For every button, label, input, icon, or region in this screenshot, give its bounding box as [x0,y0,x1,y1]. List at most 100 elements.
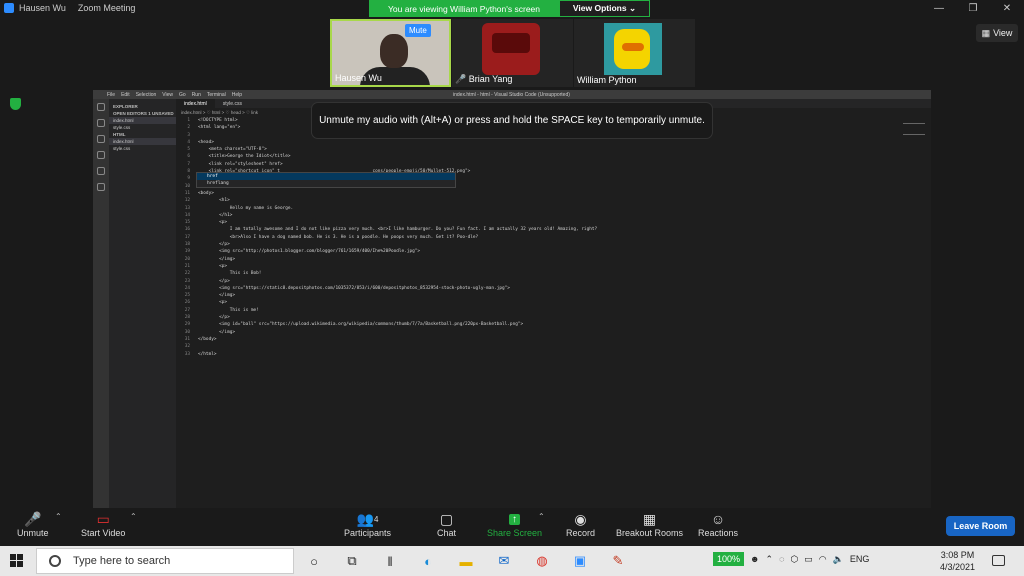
leave-room-button[interactable]: Leave Room [946,516,1015,536]
zoom-taskbar-icon[interactable]: ▣ [564,549,596,573]
shield-tray-icon[interactable]: ⬡ [790,554,798,565]
code-text: I am totally awesome and I do not like p… [198,227,598,233]
people-icon[interactable]: ☻ [750,554,759,564]
volume-icon[interactable]: 🔈 [833,554,844,565]
chrome-icon[interactable]: ◍ [526,549,558,573]
code-line: 14 </h1> [176,212,911,219]
line-number: 29 [184,322,190,328]
run-icon [97,151,105,159]
remote-icon [97,167,105,175]
mute-button[interactable]: Mute [405,24,431,37]
editor-tab: index.html [176,99,215,108]
file-explorer-icon[interactable]: ▬ [450,549,482,573]
breakout-rooms-button[interactable]: ▦ Breakout Rooms [616,510,683,539]
code-text: This is me! [198,307,259,313]
duck-avatar-icon [614,29,650,69]
code-text: <p> [198,263,228,269]
code-line: 32 [176,343,911,350]
line-number: 24 [184,285,190,291]
autocomplete-popup: href hreflang [196,172,456,188]
line-number: 21 [184,263,190,269]
code-text: Hello my name is George. [198,205,294,211]
record-button[interactable]: ◉ Record [566,510,596,539]
tray-chevron-up-icon[interactable]: ⌃ [766,554,774,565]
audio-options-chevron-icon[interactable]: ⌃ [55,512,62,521]
suggestion-item: href [197,173,455,180]
paint-icon[interactable]: ✎ [602,549,634,573]
windows-start-icon[interactable] [10,554,24,568]
code-line: 31 </body> [176,336,911,343]
task-view-icon[interactable]: ⧉ [336,549,368,573]
participants-label: Participants [344,528,392,538]
code-line: 15 <p> [176,219,911,226]
code-line: 17 <br>Also I have a dog named bob. He i… [176,234,911,241]
code-line: 26 <p> [176,299,911,306]
reactions-button[interactable]: ☺ Reactions [698,510,738,538]
code-line: 20 </img> [176,256,911,263]
code-line: 12 <h1> [176,197,911,204]
participants-button[interactable]: 👥 4 Participants [344,510,392,539]
grid-icon: ▦ [981,27,991,38]
menu-view: View [162,91,174,98]
code-text: This is Bob! [198,271,262,277]
edge-icon[interactable]: ◐ [412,549,444,573]
code-line: 28 </p> [176,314,911,321]
language-indicator[interactable]: ENG [850,554,870,564]
network-icon[interactable]: ◌ [779,554,784,564]
battery-icon[interactable]: ▭ [804,554,813,565]
maximize-button[interactable]: ❐ [956,0,990,16]
participant-thumbnail[interactable]: William Python [574,19,695,87]
code-text: <h1> [198,198,230,204]
video-options-chevron-icon[interactable]: ⌃ [130,512,137,521]
line-number: 31 [184,336,190,342]
view-button[interactable]: ▦ View [976,24,1018,42]
notifications-icon[interactable] [992,555,1005,566]
mail-icon[interactable]: ✉ [488,549,520,573]
line-number: 23 [184,278,190,284]
code-text: <body> [198,190,214,196]
participant-avatar [604,23,662,75]
line-number: 12 [184,198,190,204]
code-text: </img> [198,293,236,299]
editor-tab: style.css [222,101,242,107]
share-screen-icon: ↑ [509,510,521,528]
security-shield-icon[interactable] [10,98,21,110]
unmute-label: Unmute [17,528,49,538]
view-options-button[interactable]: View Options ⌄ [559,0,650,17]
code-text: <p> [198,300,228,306]
line-number: 10 [184,183,190,189]
menu-selection: Selection [135,91,157,98]
line-number: 16 [184,227,190,233]
record-label: Record [566,528,596,538]
battery-percentage: 100% [713,552,745,566]
minimize-button[interactable]: — [922,0,956,16]
line-number: 18 [184,242,190,248]
taskbar-clock[interactable]: 3:08 PM 4/3/2021 [940,549,975,573]
cortana-icon[interactable]: ○ [298,549,330,573]
code-line: 29 <img id="ball" src="https://upload.wi… [176,321,911,328]
share-screen-button[interactable]: ↑ Share Screen [487,510,542,538]
taskbar-search-box[interactable]: Type here to search [36,548,294,574]
search-placeholder: Type here to search [73,555,171,567]
code-text: </p> [198,315,230,321]
line-number: 20 [184,256,190,262]
clock-time: 3:08 PM [940,550,975,560]
menu-edit: Edit [121,91,130,98]
wifi-icon[interactable]: ◠ [819,554,827,565]
code-text: <html lang="en"> [198,125,241,131]
share-options-chevron-icon[interactable]: ⌃ [538,512,545,521]
menu-run: Run [191,91,201,98]
video-feed-face [380,34,408,68]
start-video-button[interactable]: ▭ Start Video [81,510,125,539]
muted-mic-icon: 🎤 [455,74,467,84]
participant-thumbnail[interactable]: Mute Hausen Wu [330,19,451,87]
unmute-button[interactable]: 🎤 Unmute [17,510,49,539]
participant-thumbnail[interactable]: 🎤 Brian Yang [452,19,573,87]
close-button[interactable]: ✕ [990,0,1024,16]
share-screen-label: Share Screen [487,528,543,538]
code-text: <br>Also I have a dog named bob. He is 3… [198,234,479,240]
chat-button[interactable]: ▢ Chat [437,510,456,539]
code-text: </body> [198,336,217,342]
view-label: View [993,28,1013,38]
code-text: </img> [198,329,236,335]
